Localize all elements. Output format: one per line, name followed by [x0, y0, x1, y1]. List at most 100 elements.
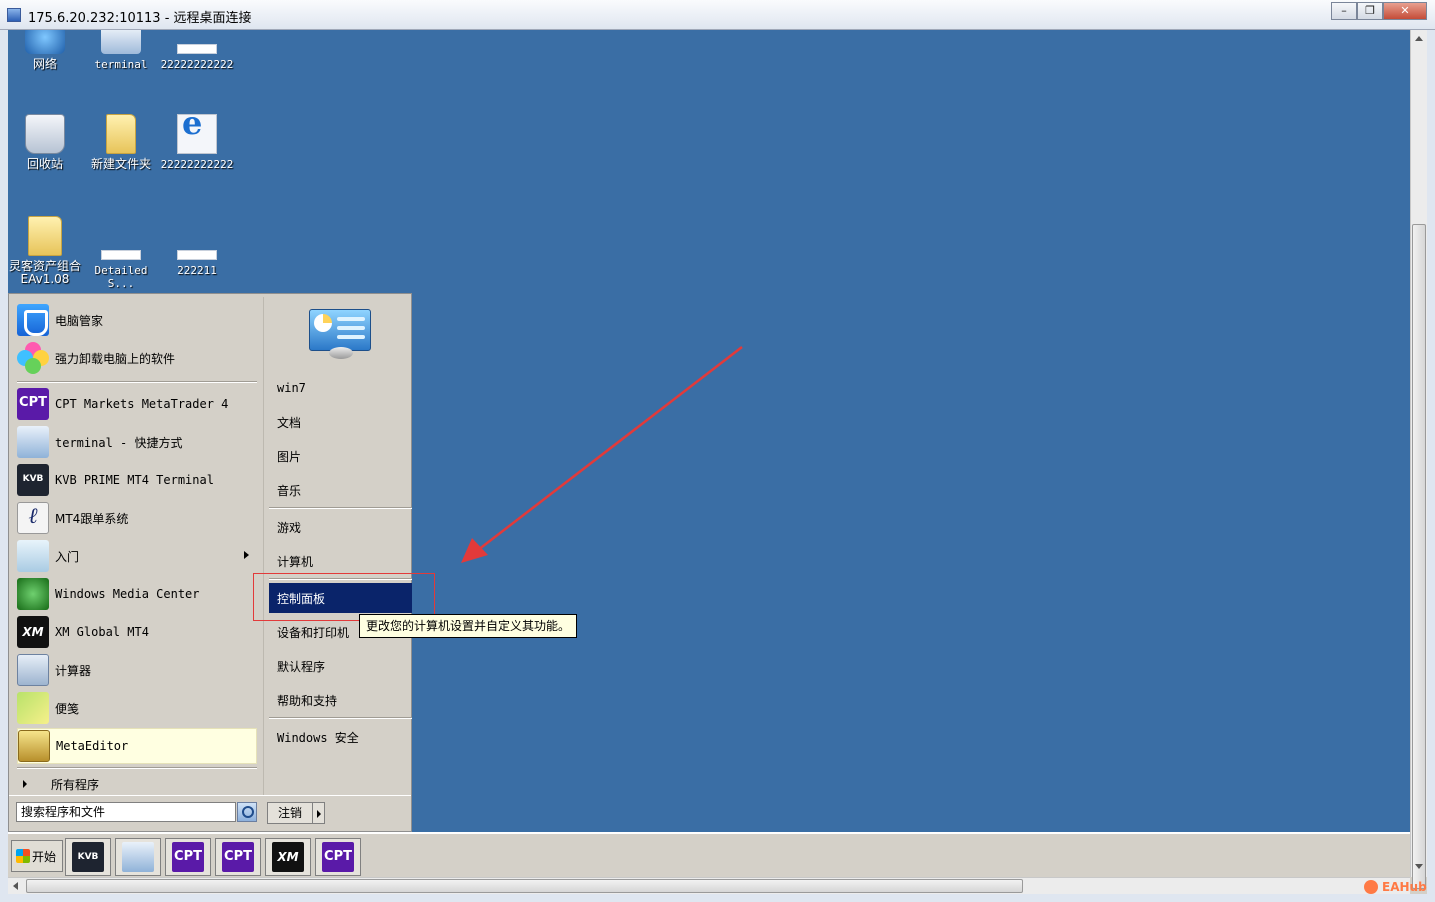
desktop-icon-label: 网络 — [32, 57, 57, 71]
place-pictures[interactable]: 图片 — [269, 441, 412, 471]
desktop-icon-folder-ea[interactable]: 灵客资产组合EAv1.08 — [8, 216, 83, 286]
cpt-markets-icon: CPT — [222, 842, 254, 872]
program-label: XM Global MT4 — [55, 625, 149, 639]
place-music[interactable]: 音乐 — [269, 475, 412, 505]
place-games[interactable]: 游戏 — [269, 512, 412, 542]
place-help-support[interactable]: 帮助和支持 — [269, 685, 412, 715]
program-label: 电脑管家 — [55, 313, 104, 328]
horizontal-scrollbar[interactable] — [8, 877, 1410, 894]
place-default-programs[interactable]: 默认程序 — [269, 651, 412, 681]
desktop-icon-ie[interactable]: e 22222222222 — [159, 107, 235, 171]
windows-logo-icon — [16, 849, 30, 863]
file-icon — [101, 250, 141, 260]
scroll-up-icon[interactable] — [1415, 36, 1423, 41]
desktop-icon-label: terminal — [94, 58, 148, 71]
menu-separator — [269, 507, 412, 509]
all-programs-label: 所有程序 — [51, 777, 100, 792]
terminal-shortcut-icon — [122, 842, 154, 872]
taskbar-button-cpt-1[interactable]: CPT — [165, 838, 211, 876]
program-mt4-copy[interactable]: ℓ MT4跟单系统 — [17, 500, 257, 536]
window-frame-left — [0, 30, 8, 894]
program-tencent-pc-manager[interactable]: 电脑管家 — [17, 302, 257, 338]
place-computer[interactable]: 计算机 — [269, 546, 412, 576]
desktop-icon-terminal[interactable]: terminal — [83, 30, 159, 71]
network-icon — [25, 30, 65, 54]
cpt-markets-icon: CPT — [322, 842, 354, 872]
program-xm-global[interactable]: XM XM Global MT4 — [17, 614, 257, 650]
place-user-folder[interactable]: win7 — [269, 373, 412, 403]
program-cpt-markets[interactable]: CPT CPT Markets MetaTrader 4 — [17, 386, 257, 422]
taskbar-button-xm[interactable]: XM — [265, 838, 311, 876]
restore-button[interactable]: ❐ — [1357, 2, 1383, 20]
internet-explorer-icon: e — [177, 107, 217, 154]
program-label: 便笺 — [55, 701, 80, 716]
remote-desktop-icon — [7, 8, 21, 22]
program-label: MT4跟单系统 — [55, 511, 129, 526]
control-panel-picture-icon — [309, 309, 373, 361]
program-windows-media-center[interactable]: Windows Media Center — [17, 576, 257, 612]
desktop-icon-label: 新建文件夹 — [90, 157, 151, 171]
desktop-icon-new-folder[interactable]: 新建文件夹 — [83, 114, 159, 171]
folder-icon — [106, 114, 136, 154]
window-title-bar[interactable]: 175.6.20.232:10113 - 远程桌面连接 – ❐ ✕ — [0, 0, 1435, 30]
vertical-scrollbar[interactable] — [1410, 30, 1427, 889]
shutdown-options-arrow-icon[interactable] — [312, 802, 325, 824]
triangle-right-icon — [23, 780, 27, 788]
taskbar-button-kvb[interactable]: KVB — [65, 838, 111, 876]
vertical-scroll-thumb[interactable] — [1412, 224, 1426, 889]
program-uninstaller[interactable]: 强力卸载电脑上的软件 — [17, 340, 257, 376]
getting-started-icon — [17, 540, 49, 572]
xm-icon: XM — [17, 616, 49, 648]
program-label: MetaEditor — [56, 739, 129, 753]
logoff-button[interactable]: 注销 — [267, 802, 313, 824]
program-label: 入门 — [55, 549, 80, 564]
watermark-text: EAHub — [1382, 880, 1427, 894]
menu-separator — [269, 717, 412, 719]
desktop-icon-222211[interactable]: 222211 — [159, 216, 235, 277]
start-button[interactable]: 开始 — [11, 840, 63, 872]
terminal-shortcut-icon — [101, 30, 141, 54]
folder-icon — [28, 216, 62, 256]
submenu-arrow-icon — [244, 551, 249, 559]
desktop-icon-file[interactable]: 22222222222 — [159, 30, 235, 71]
windows-media-center-icon — [17, 578, 49, 610]
program-terminal-shortcut[interactable]: terminal - 快捷方式 — [17, 424, 257, 460]
program-metaeditor[interactable]: MetaEditor — [17, 728, 257, 764]
scroll-down-icon[interactable] — [1415, 864, 1423, 869]
start-menu-places: win7 文档 图片 音乐 游戏 计算机 控制面板 设备和打印机 默认程序 帮助… — [263, 297, 412, 795]
program-kvb-prime[interactable]: KVB KVB PRIME MT4 Terminal — [17, 462, 257, 498]
metaeditor-icon — [18, 730, 50, 762]
watermark: EAHub — [1364, 878, 1430, 896]
window-frame-bottom — [0, 894, 1435, 902]
taskbar: 开始 KVB CPT CPT XM CPT — [8, 832, 1410, 877]
program-label: 计算器 — [55, 663, 92, 678]
start-menu-programs: 电脑管家 强力卸载电脑上的软件 CPT CPT Markets MetaTrad… — [12, 297, 261, 795]
desktop-icon-label: DetailedS... — [94, 264, 148, 290]
search-icon[interactable] — [237, 802, 257, 822]
cpt-markets-icon: CPT — [17, 388, 49, 420]
window-frame-right — [1427, 30, 1435, 894]
place-documents[interactable]: 文档 — [269, 407, 412, 437]
desktop-icon-label: 222211 — [177, 264, 217, 277]
search-input[interactable]: 搜索程序和文件 — [16, 802, 236, 822]
taskbar-button-cpt-2[interactable]: CPT — [215, 838, 261, 876]
recycle-bin-icon — [25, 114, 65, 154]
program-calculator[interactable]: 计算器 — [17, 652, 257, 688]
program-getting-started[interactable]: 入门 — [17, 538, 257, 574]
taskbar-button-terminal[interactable] — [115, 838, 161, 876]
close-button[interactable]: ✕ — [1383, 2, 1427, 20]
tooltip: 更改您的计算机设置并自定义其功能。 — [359, 614, 578, 638]
program-sticky-notes[interactable]: 便笺 — [17, 690, 257, 726]
file-icon — [177, 44, 217, 54]
calculator-icon — [17, 654, 49, 686]
desktop-icon-recycle-bin[interactable]: 回收站 — [8, 114, 83, 171]
minimize-button[interactable]: – — [1331, 2, 1357, 20]
taskbar-button-cpt-3[interactable]: CPT — [315, 838, 361, 876]
desktop-icon-detailed[interactable]: DetailedS... — [83, 216, 159, 290]
scroll-left-icon[interactable] — [13, 882, 18, 890]
horizontal-scroll-thumb[interactable] — [26, 879, 1023, 893]
file-icon — [177, 250, 217, 260]
all-programs-button[interactable]: 所有程序 — [17, 774, 257, 794]
place-windows-security[interactable]: Windows 安全 — [269, 722, 412, 752]
desktop-icon-network[interactable]: 网络 — [8, 30, 83, 71]
